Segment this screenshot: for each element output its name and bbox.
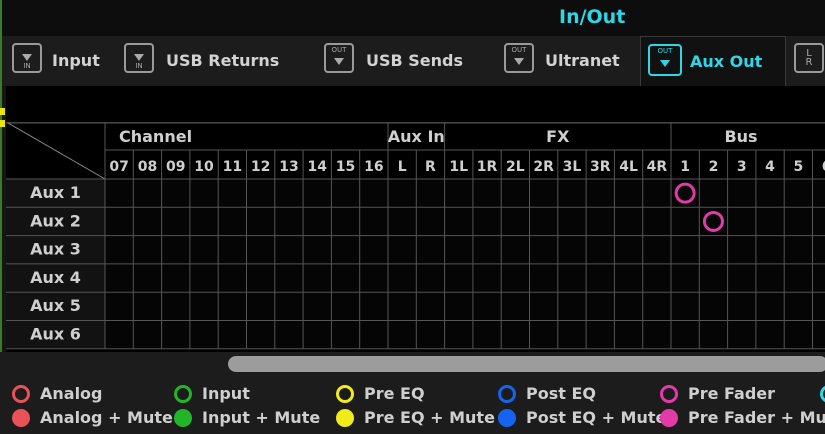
filled-circle-icon <box>660 409 678 427</box>
column-label: 16 <box>364 159 383 175</box>
column-label: 1L <box>449 159 468 175</box>
row-label: Aux 1 <box>30 183 81 202</box>
column-label: 3L <box>563 159 582 175</box>
group-label: Aux In <box>388 127 445 146</box>
legend-label: Post EQ + Mute <box>526 408 667 427</box>
legend-label: Input <box>202 384 250 403</box>
column-label: 4L <box>619 159 638 175</box>
lr-icon: LR <box>794 43 824 73</box>
filled-circle-icon <box>174 409 192 427</box>
legend-label: Post EQ <box>526 384 596 403</box>
tab-aux-out[interactable]: OUT Aux Out <box>640 36 786 87</box>
tab-label: Input <box>52 51 100 70</box>
column-label: 12 <box>251 159 270 175</box>
edge-marker <box>0 120 5 127</box>
ring-icon <box>174 385 192 403</box>
in-icon: IN <box>12 43 42 73</box>
legend-label: Analog <box>40 384 103 403</box>
tab-label: Aux Out <box>690 52 763 71</box>
tab-input[interactable]: IN Input <box>8 36 108 84</box>
column-label: 4 <box>765 159 775 175</box>
horizontal-scrollbar[interactable] <box>0 352 825 376</box>
filled-circle-icon <box>336 409 354 427</box>
column-label: 10 <box>194 159 214 175</box>
filled-circle-icon <box>12 409 30 427</box>
ring-icon <box>820 385 825 403</box>
row-label: Aux 3 <box>30 240 81 259</box>
tab-ultranet[interactable]: OUT Ultranet <box>500 36 625 84</box>
column-label: 08 <box>138 159 157 175</box>
group-label: FX <box>546 127 570 146</box>
column-label: 2L <box>506 159 525 175</box>
row-label: Aux 4 <box>30 268 81 287</box>
routing-panel: Channel Aux In FX Bus 07 08 09 10 11 12 13 14 15 16 L R… <box>6 86 825 352</box>
edge-marker <box>0 108 5 115</box>
out-icon: OUT <box>504 43 534 73</box>
legend: Analog Analog + Mute Input Input + Mute Pre … <box>0 376 825 434</box>
title-bar: In/Out <box>0 0 825 36</box>
column-label: 1R <box>477 159 498 175</box>
in-icon: IN <box>124 43 154 73</box>
out-icon: OUT <box>324 43 354 73</box>
column-label: 07 <box>109 159 128 175</box>
row-label: Aux 5 <box>30 296 81 315</box>
column-label: 3R <box>590 159 611 175</box>
column-label: 5 <box>793 159 803 175</box>
legend-label: Input + Mute <box>202 408 321 427</box>
tab-main-lr[interactable]: LR <box>790 36 825 84</box>
column-label: 14 <box>308 159 328 175</box>
column-label: 1 <box>680 159 690 175</box>
column-label: 15 <box>336 159 355 175</box>
column-label: 11 <box>223 159 242 175</box>
column-label: 13 <box>279 159 298 175</box>
filled-circle-icon <box>498 409 516 427</box>
column-label: R <box>425 159 436 175</box>
scrollbar-thumb[interactable] <box>228 356 825 372</box>
ring-icon <box>498 385 516 403</box>
legend-label: Pre EQ + Mute <box>364 408 495 427</box>
out-icon: OUT <box>648 44 682 76</box>
group-label: Channel <box>119 127 192 146</box>
column-label: 3 <box>737 159 747 175</box>
legend-label: Pre Fader <box>688 384 776 403</box>
column-label: 2 <box>709 159 719 175</box>
legend-label: Analog + Mute <box>40 408 173 427</box>
tab-bar: IN Input IN USB Returns OUT USB Sends OU… <box>0 36 825 87</box>
ring-icon <box>336 385 354 403</box>
row-label: Aux 2 <box>30 211 81 230</box>
legend-label: Pre Fader + Mute <box>688 408 825 427</box>
tab-usb-sends[interactable]: OUT USB Sends <box>320 36 470 84</box>
ring-icon <box>12 385 30 403</box>
group-label: Bus <box>724 127 757 146</box>
tab-usb-returns[interactable]: IN USB Returns <box>120 36 280 84</box>
column-label: 4R <box>647 159 668 175</box>
legend-label: Pre EQ <box>364 384 425 403</box>
column-label: 09 <box>166 159 185 175</box>
routing-matrix: Channel Aux In FX Bus07 08 09 10 11 12 13 14 15 16 L R… <box>6 122 825 350</box>
column-label: 2R <box>533 159 554 175</box>
column-label: L <box>398 159 407 175</box>
tab-label: USB Sends <box>366 51 464 70</box>
tab-label: USB Returns <box>166 51 280 70</box>
ring-icon <box>660 385 678 403</box>
page-title: In/Out <box>559 6 626 28</box>
tab-label: Ultranet <box>545 51 620 70</box>
row-label: Aux 6 <box>30 325 81 344</box>
